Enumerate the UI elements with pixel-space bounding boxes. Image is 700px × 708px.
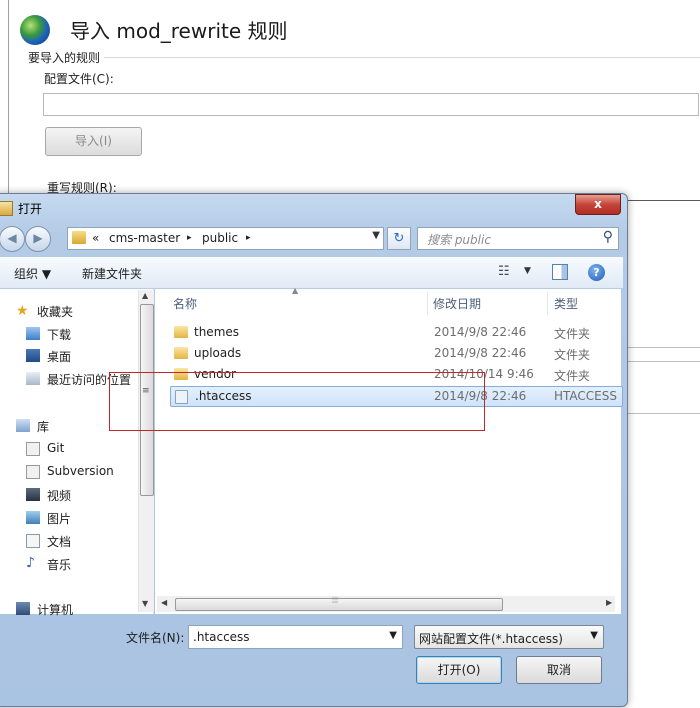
file-modified: 2014/9/8 22:46	[434, 346, 527, 360]
nav-item-music[interactable]: 音乐	[47, 556, 71, 573]
file-type: HTACCESS	[554, 389, 617, 403]
pictures-icon	[26, 511, 40, 524]
breadcrumb-cms-master[interactable]: cms-master	[109, 231, 180, 245]
refresh-button[interactable]: ↻	[387, 227, 411, 250]
nav-item-libraries[interactable]: 库	[37, 418, 49, 435]
highlight-annotation-box	[109, 372, 485, 431]
new-folder-button[interactable]: 新建文件夹	[82, 265, 142, 282]
scroll-thumb[interactable]	[175, 598, 503, 611]
breadcrumb-public[interactable]: public	[202, 231, 238, 245]
address-overflow[interactable]: «	[92, 231, 99, 245]
scroll-down-icon[interactable]: ▼	[142, 599, 148, 608]
file-row-uploads[interactable]: uploads 2014/9/8 22:46 文件夹	[170, 344, 621, 363]
dialog-app-icon	[0, 201, 13, 216]
chevron-down-icon[interactable]: ▼	[590, 630, 598, 641]
rewrite-rules-box	[618, 200, 700, 421]
view-options-icon[interactable]: ☷	[498, 264, 510, 279]
filetype-select[interactable]: 网站配置文件(*.htaccess) ▼	[414, 625, 604, 649]
file-name: uploads	[194, 346, 242, 360]
nav-item-subversion[interactable]: Subversion	[47, 464, 114, 478]
back-arrow-icon: ◀	[7, 231, 17, 245]
sort-indicator-icon: ▲	[292, 286, 299, 295]
nav-item-computer[interactable]: 计算机	[37, 601, 73, 618]
desktop-icon	[26, 349, 40, 362]
column-separator[interactable]	[547, 291, 548, 315]
search-icon: ⚲	[602, 229, 613, 245]
grip-icon: ⦙⦙⦙	[332, 596, 339, 606]
nav-item-documents[interactable]: 文档	[47, 533, 71, 550]
scroll-right-icon[interactable]: ▶	[606, 598, 612, 607]
music-icon: ♪	[26, 555, 35, 571]
nav-item-desktop[interactable]: 桌面	[47, 348, 71, 365]
column-separator[interactable]	[427, 291, 428, 315]
globe-icon	[20, 15, 50, 45]
file-type: 文件夹	[554, 369, 591, 383]
search-input[interactable]: 搜索 public ⚲	[417, 227, 619, 250]
file-type: 文件夹	[554, 348, 591, 362]
navigation-pane: ★ 收藏夹 下载 桌面 最近访问的位置 库 Git Subversion 视频 …	[0, 289, 154, 617]
nav-item-downloads[interactable]: 下载	[47, 326, 71, 343]
search-placeholder: 搜索 public	[427, 233, 491, 247]
open-button[interactable]: 打开(O)	[416, 656, 502, 684]
file-type: 文件夹	[554, 327, 591, 341]
back-button[interactable]: ◀	[0, 226, 25, 252]
file-name: themes	[194, 325, 240, 339]
breadcrumb-separator[interactable]: ▸	[187, 233, 192, 243]
section-label: 要导入的规则	[28, 51, 101, 65]
downloads-icon	[26, 327, 40, 340]
file-row-themes[interactable]: themes 2014/9/8 22:46 文件夹	[170, 323, 621, 342]
file-modified: 2014/9/8 22:46	[434, 325, 527, 339]
background-frame-line	[8, 0, 9, 195]
nav-item-favorites[interactable]: 收藏夹	[37, 303, 73, 320]
config-file-label: 配置文件(C):	[44, 72, 114, 86]
document-icon	[26, 534, 40, 548]
forward-arrow-icon: ▶	[33, 231, 43, 245]
dialog-title: 打开	[18, 202, 43, 216]
filename-value: .htaccess	[193, 630, 250, 644]
folder-icon	[174, 326, 188, 338]
video-icon	[26, 488, 40, 501]
nav-item-videos[interactable]: 视频	[47, 487, 71, 504]
filename-input[interactable]: .htaccess ▼	[188, 625, 403, 649]
section-divider	[104, 57, 700, 58]
file-list-horizontal-scrollbar[interactable]: ◀ ⦙⦙⦙ ▶	[157, 596, 615, 612]
forward-button[interactable]: ▶	[25, 226, 51, 252]
subversion-icon	[26, 465, 40, 479]
breadcrumb-separator[interactable]: ▸	[246, 233, 251, 243]
recent-places-icon	[26, 372, 40, 385]
column-header-type[interactable]: 类型	[554, 295, 578, 312]
nav-pane-scrollbar[interactable]: ▲ ≡ ▼	[138, 290, 154, 612]
cancel-button[interactable]: 取消	[516, 656, 602, 684]
column-header-name[interactable]: 名称	[173, 295, 197, 312]
nav-item-pictures[interactable]: 图片	[47, 510, 71, 527]
filetype-value: 网站配置文件(*.htaccess)	[419, 632, 563, 646]
preview-pane-icon[interactable]	[552, 264, 568, 280]
chevron-down-icon[interactable]: ▼	[372, 230, 380, 241]
folder-icon	[174, 347, 188, 359]
chevron-down-icon[interactable]: ▼	[524, 266, 531, 276]
organize-menu[interactable]: 组织 ▼	[14, 265, 51, 282]
computer-icon	[16, 602, 30, 615]
chevron-down-icon[interactable]: ▼	[389, 630, 397, 641]
git-icon	[26, 442, 40, 456]
close-button[interactable]: x	[575, 194, 621, 215]
column-header-modified[interactable]: 修改日期	[433, 295, 481, 312]
star-icon: ★	[16, 303, 29, 319]
nav-item-git[interactable]: Git	[47, 441, 64, 455]
filename-label: 文件名(N):	[126, 631, 185, 645]
folder-icon	[72, 231, 86, 244]
library-icon	[16, 419, 30, 432]
address-bar[interactable]: « cms-master ▸ public ▸ ▼	[67, 227, 384, 250]
page-title: 导入 mod_rewrite 规则	[70, 19, 288, 43]
scroll-up-icon[interactable]: ▲	[142, 291, 148, 300]
scroll-left-icon[interactable]: ◀	[161, 598, 167, 607]
help-icon[interactable]: ?	[588, 264, 605, 281]
refresh-icon: ↻	[393, 231, 405, 246]
config-file-input[interactable]	[43, 93, 699, 116]
import-button[interactable]: 导入(I)	[45, 127, 142, 156]
